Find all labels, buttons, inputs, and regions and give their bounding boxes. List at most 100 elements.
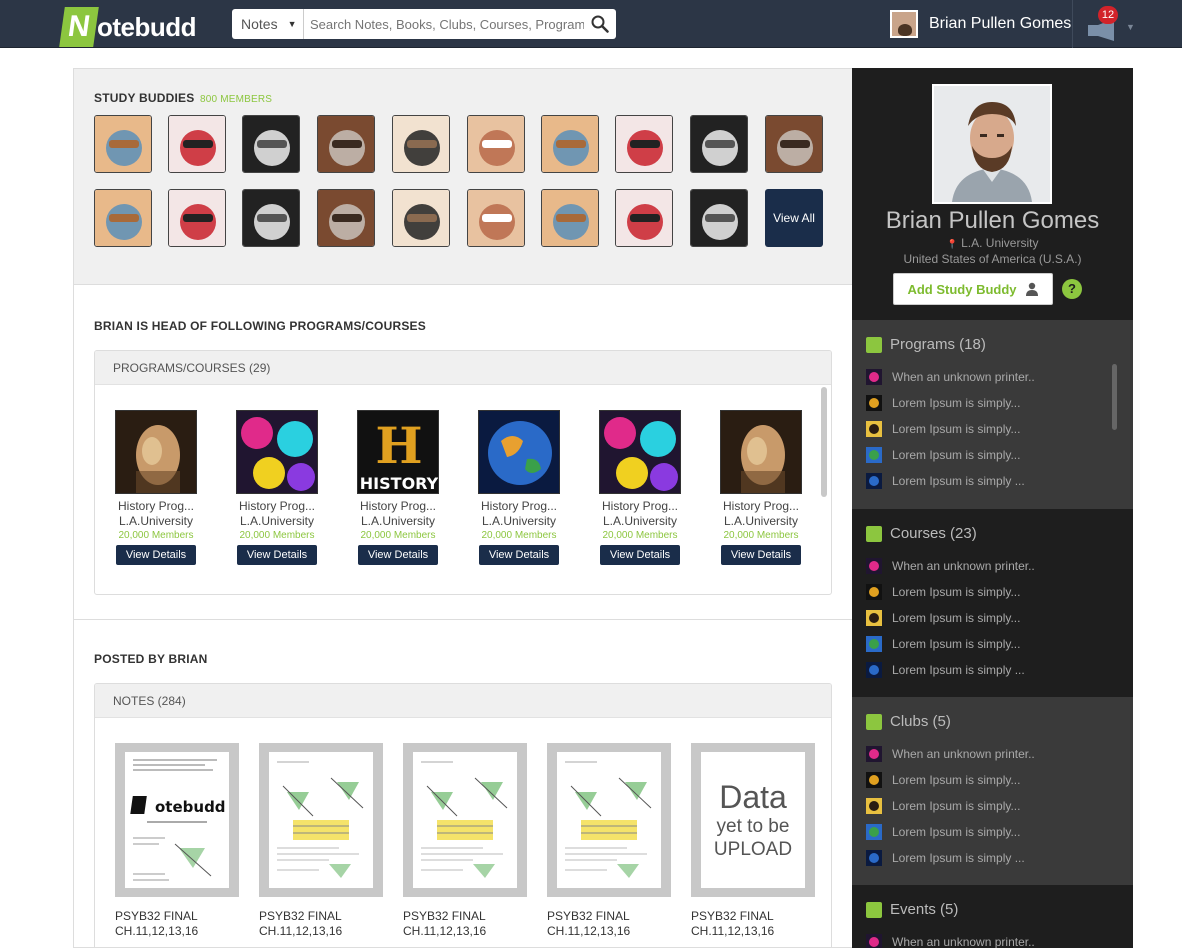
view-details-button[interactable]: View Details (721, 545, 801, 565)
study-buddy-avatar[interactable] (615, 189, 673, 247)
sidebar-group-title[interactable]: Events (5) (866, 901, 958, 918)
notifications-button[interactable]: 12 ▼ (1084, 6, 1135, 42)
view-details-button[interactable]: View Details (479, 545, 559, 565)
study-buddy-avatar[interactable] (467, 189, 525, 247)
sidebar-item-label: Lorem Ipsum is simply... (892, 611, 1021, 625)
program-name[interactable]: History Prog... (595, 499, 685, 513)
study-buddy-avatar[interactable] (317, 189, 375, 247)
sidebar-item[interactable]: Lorem Ipsum is simply ... (866, 473, 1025, 489)
sidebar-group-title[interactable]: Programs (18) (866, 336, 986, 353)
program-name[interactable]: History Prog... (111, 499, 201, 513)
program-thumbnail[interactable] (236, 410, 318, 494)
help-icon[interactable]: ? (1062, 279, 1082, 299)
search-category-label: Notes (241, 16, 278, 32)
sidebar-item[interactable]: Lorem Ipsum is simply... (866, 421, 1020, 437)
search-input[interactable] (304, 9, 584, 39)
note-card[interactable]: PSYB32 FINAL CH.11,12,13,16 (547, 743, 671, 939)
study-buddy-avatar[interactable] (242, 115, 300, 173)
search-category-select[interactable]: Notes ▼ (232, 9, 304, 39)
program-thumbnail[interactable] (478, 410, 560, 494)
note-card[interactable]: PSYB32 FINAL CH.11,12,13,16 (403, 743, 527, 939)
item-thumbnail-icon (866, 824, 882, 840)
notes-box: NOTES (284) otebudd PSYB32 FINAL CH.11,12,… (94, 683, 832, 947)
study-buddy-avatar[interactable] (765, 115, 823, 173)
note-card[interactable]: PSYB32 FINAL CH.11,12,13,16 (259, 743, 383, 939)
study-buddy-avatar[interactable] (541, 189, 599, 247)
study-buddy-avatar[interactable] (541, 115, 599, 173)
sidebar-item[interactable]: Lorem Ipsum is simply... (866, 772, 1020, 788)
sidebar-item[interactable]: Lorem Ipsum is simply... (866, 824, 1020, 840)
search-icon[interactable] (584, 9, 616, 39)
sidebar-item[interactable]: Lorem Ipsum is simply ... (866, 662, 1025, 678)
note-card[interactable]: otebudd PSYB32 FINAL CH.11,12,13,16 (115, 743, 239, 939)
study-buddy-avatar[interactable] (467, 115, 525, 173)
view-details-button[interactable]: View Details (237, 545, 317, 565)
main-content: STUDY BUDDIES 800 MEMBERS View All BRIAN… (73, 68, 853, 948)
study-buddy-avatar[interactable] (94, 115, 152, 173)
study-buddy-avatar[interactable] (615, 115, 673, 173)
sidebar-item-label: Lorem Ipsum is simply... (892, 773, 1021, 787)
add-study-buddy-button[interactable]: Add Study Buddy (893, 273, 1053, 305)
notebudd-logo[interactable]: N otebudd (59, 6, 197, 48)
chevron-down-icon[interactable]: ▼ (1126, 22, 1135, 32)
note-preview[interactable]: otebudd (115, 743, 239, 897)
note-preview[interactable] (403, 743, 527, 897)
view-all-button[interactable]: View All (765, 189, 823, 247)
sidebar-item[interactable]: When an unknown printer.. (866, 558, 1035, 574)
program-thumbnail[interactable] (115, 410, 197, 494)
sidebar-item[interactable]: When an unknown printer.. (866, 746, 1035, 762)
profile-card: Brian Pullen Gomes 📍 L.A. University Uni… (852, 68, 1133, 318)
note-title[interactable]: PSYB32 FINAL (259, 909, 383, 924)
svg-text:otebudd: otebudd (155, 798, 226, 816)
sidebar-group-label: Courses (23) (890, 525, 977, 542)
note-card[interactable]: Data yet to be UPLOAD PSYB32 FINAL CH.11,12,… (691, 743, 815, 939)
program-thumbnail[interactable] (599, 410, 681, 494)
programs-scrollbar[interactable] (821, 387, 827, 497)
study-buddy-avatar[interactable] (94, 189, 152, 247)
program-name[interactable]: History Prog... (353, 499, 443, 513)
view-details-button[interactable]: View Details (116, 545, 196, 565)
program-card: History Prog... L.A.University 20,000 Memb… (474, 410, 564, 565)
sidebar-item[interactable]: Lorem Ipsum is simply... (866, 798, 1020, 814)
sidebar-item[interactable]: Lorem Ipsum is simply... (866, 610, 1020, 626)
sidebar-item[interactable]: When an unknown printer.. (866, 369, 1035, 385)
program-thumbnail[interactable] (720, 410, 802, 494)
study-buddy-avatar[interactable] (392, 115, 450, 173)
program-name[interactable]: History Prog... (474, 499, 564, 513)
study-buddy-avatar[interactable] (242, 189, 300, 247)
study-buddy-avatar[interactable] (690, 189, 748, 247)
sidebar-item[interactable]: When an unknown printer.. (866, 934, 1035, 948)
sidebar-group-title[interactable]: Courses (23) (866, 525, 977, 542)
sidebar-item[interactable]: Lorem Ipsum is simply... (866, 447, 1020, 463)
study-buddy-avatar[interactable] (392, 189, 450, 247)
sidebar-group-clubs: Clubs (5) When an unknown printer.. Lorem … (852, 697, 1133, 885)
sidebar-item[interactable]: Lorem Ipsum is simply... (866, 395, 1020, 411)
study-buddy-avatar[interactable] (317, 115, 375, 173)
sidebar-group-title[interactable]: Clubs (5) (866, 713, 951, 730)
view-details-button[interactable]: View Details (358, 545, 438, 565)
note-preview[interactable]: Data yet to be UPLOAD (691, 743, 815, 897)
user-menu[interactable]: Brian Pullen Gomes (890, 10, 1071, 38)
program-thumbnail[interactable]: H HISTORY (357, 410, 439, 494)
study-buddy-avatar[interactable] (168, 115, 226, 173)
note-title[interactable]: PSYB32 FINAL (403, 909, 527, 924)
programs-list-scrollbar[interactable] (1112, 364, 1117, 430)
sidebar-item[interactable]: Lorem Ipsum is simply... (866, 584, 1020, 600)
location-pin-icon: 📍 (946, 239, 958, 249)
study-buddies-count: 800 MEMBERS (199, 94, 273, 105)
study-buddy-avatar[interactable] (168, 189, 226, 247)
note-preview[interactable] (547, 743, 671, 897)
note-preview[interactable] (259, 743, 383, 897)
profile-photo (932, 84, 1052, 204)
programs-box-label: PROGRAMS/COURSES (29) (95, 351, 831, 385)
note-title[interactable]: PSYB32 FINAL (115, 909, 239, 924)
program-members: 20,000 Members (602, 530, 678, 541)
view-details-button[interactable]: View Details (600, 545, 680, 565)
program-name[interactable]: History Prog... (232, 499, 322, 513)
note-title[interactable]: PSYB32 FINAL (547, 909, 671, 924)
study-buddy-avatar[interactable] (690, 115, 748, 173)
note-title[interactable]: PSYB32 FINAL (691, 909, 815, 924)
sidebar-item[interactable]: Lorem Ipsum is simply... (866, 636, 1020, 652)
program-name[interactable]: History Prog... (716, 499, 806, 513)
sidebar-item[interactable]: Lorem Ipsum is simply ... (866, 850, 1025, 866)
